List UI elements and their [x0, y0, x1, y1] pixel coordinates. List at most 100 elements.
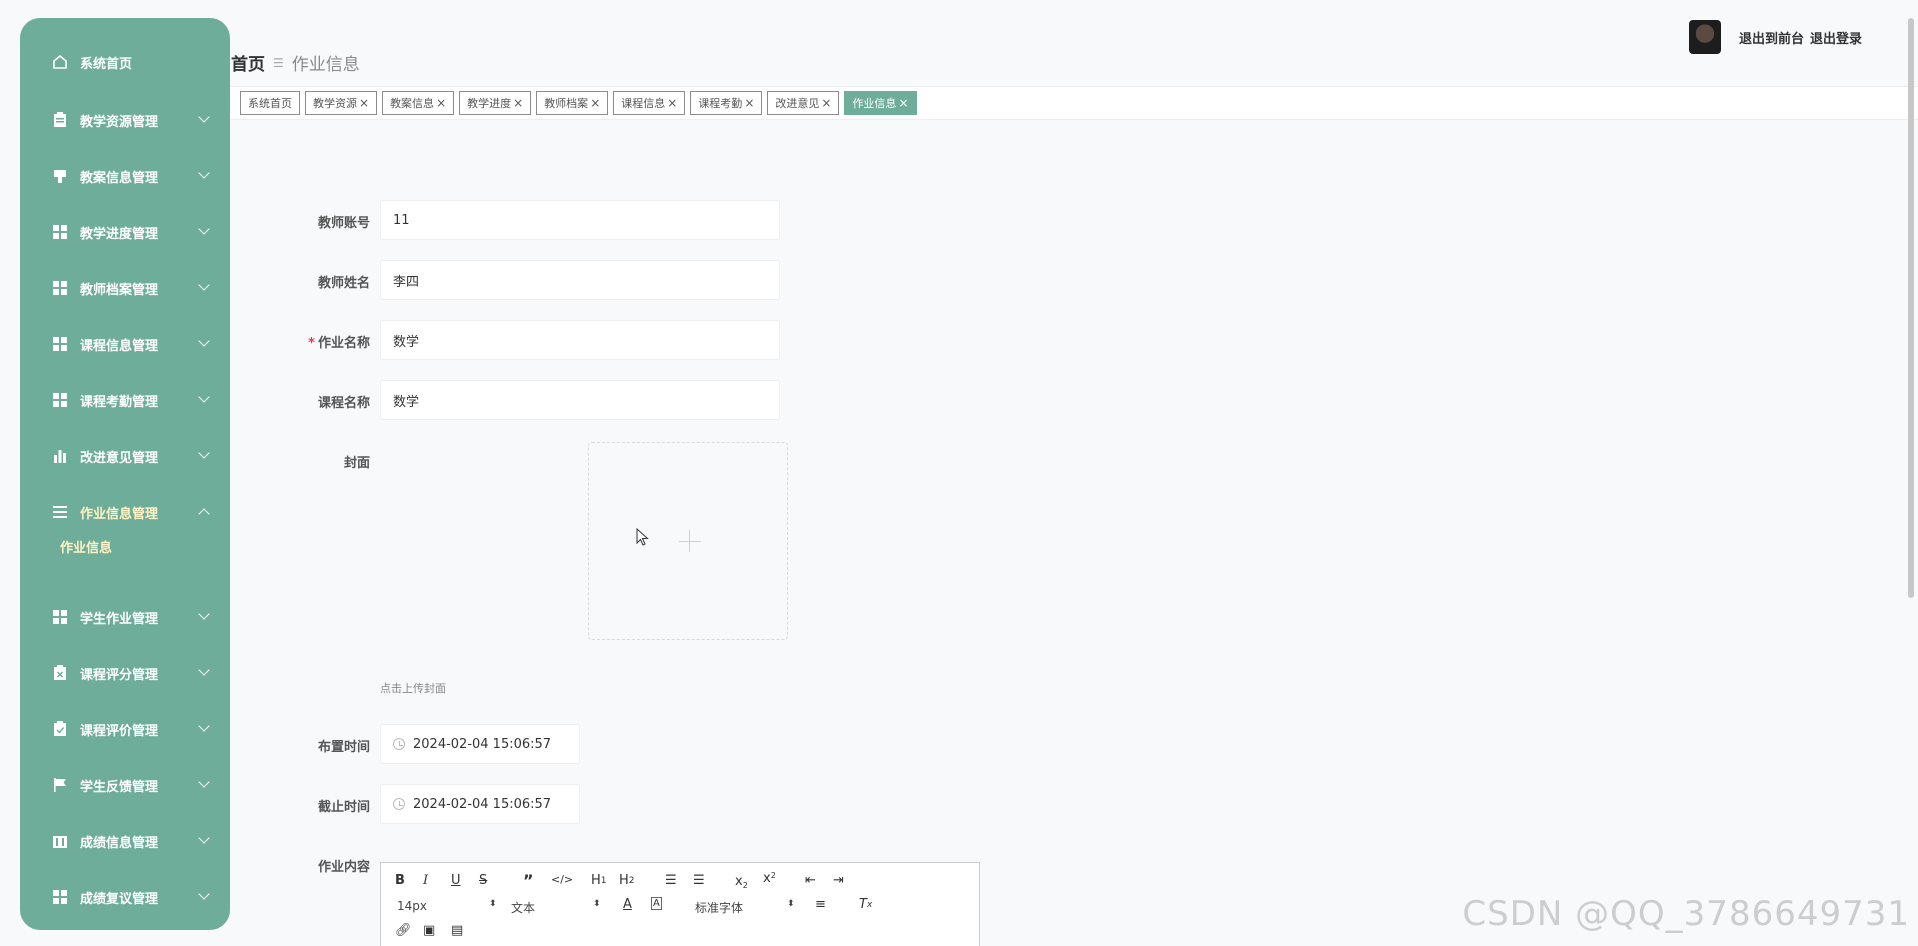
sidebar-item-label: 系统首页 — [80, 56, 133, 72]
sidebar-item-course-evaluation[interactable]: 课程评价管理 — [20, 701, 230, 757]
avatar[interactable] — [1688, 20, 1721, 54]
font-size-value: 14px — [397, 899, 427, 913]
deadline-picker[interactable]: 2024-02-04 15:06:57 — [380, 784, 580, 824]
close-icon[interactable]: × — [359, 96, 369, 110]
chevron-down-icon — [198, 447, 210, 459]
sidebar-item-label: 教学进度管理 — [80, 226, 159, 242]
align-icon[interactable]: ≡ — [815, 897, 826, 912]
tab-assignment-info[interactable]: 作业信息 × — [844, 91, 917, 115]
rich-text-editor[interactable]: B I U S ” </> H1 H2 ☰ ☰ x2 x2 ⇤ ⇥ 14px ⬍ … — [380, 862, 980, 946]
tab-teacher-files[interactable]: 教师档案 × — [536, 91, 609, 115]
close-icon[interactable]: × — [744, 96, 754, 110]
scrollbar[interactable] — [1908, 18, 1914, 598]
chevron-down-icon — [198, 608, 210, 620]
tab-label: 改进意见 — [775, 97, 820, 110]
logout-link[interactable]: 退出登录 — [1810, 28, 1862, 47]
clipboard-icon — [52, 112, 68, 128]
cover-upload[interactable] — [588, 442, 788, 640]
tab-teaching-resources[interactable]: 教学资源 × — [305, 91, 378, 115]
chevron-down-icon — [198, 335, 210, 347]
close-icon[interactable]: × — [898, 96, 908, 110]
sidebar-item-teacher-files[interactable]: 教师档案管理 — [20, 260, 230, 316]
sidebar-item-lesson-plans[interactable]: 教案信息管理 — [20, 148, 230, 204]
select-arrows-icon: ⬍ — [489, 899, 497, 909]
text-type-select[interactable]: 文本 ⬍ — [511, 899, 601, 916]
font-family-select[interactable]: 标准字体 ⬍ — [695, 899, 795, 916]
indent-icon[interactable]: ⇥ — [833, 873, 844, 888]
tab-improvement-suggestions[interactable]: 改进意见 × — [767, 91, 840, 115]
italic-icon[interactable]: I — [423, 873, 428, 888]
subscript-icon[interactable]: x2 — [735, 873, 748, 890]
grid-icon — [52, 280, 68, 296]
blockquote-icon[interactable]: ” — [523, 871, 534, 890]
sidebar-item-course-info[interactable]: 课程信息管理 — [20, 316, 230, 372]
breadcrumb-home[interactable]: 首页 — [231, 50, 265, 75]
close-icon[interactable]: × — [513, 96, 523, 110]
teacher-account-label: 教师账号 — [317, 216, 370, 231]
content-label: 作业内容 — [317, 860, 370, 875]
ordered-list-icon[interactable]: ☰ — [665, 873, 677, 888]
assignment-name-field[interactable]: 数学 — [380, 320, 780, 360]
building-icon — [52, 833, 68, 849]
sidebar-subitem-assignment-info[interactable]: 作业信息 — [60, 537, 112, 556]
sidebar-item-course-attendance[interactable]: 课程考勤管理 — [20, 372, 230, 428]
bullet-list-icon[interactable]: ☰ — [693, 873, 705, 888]
close-icon[interactable]: × — [667, 96, 677, 110]
sidebar-item-label: 成绩信息管理 — [80, 835, 159, 851]
course-name-field[interactable]: 数学 — [380, 380, 780, 420]
teacher-account-field[interactable]: 11 — [380, 200, 780, 240]
sidebar-item-grade-info[interactable]: 成绩信息管理 — [20, 813, 230, 869]
link-icon[interactable]: 🔗︎ — [395, 923, 412, 938]
sidebar-item-grade-review[interactable]: 成绩复议管理 — [20, 869, 230, 925]
clear-format-icon[interactable]: Tx — [859, 897, 872, 912]
tab-label: 教学进度 — [467, 97, 512, 110]
chevron-down-icon — [198, 720, 210, 732]
underline-icon[interactable]: U — [451, 873, 461, 888]
sidebar-item-home[interactable]: 系统首页 — [20, 34, 230, 90]
font-size-select[interactable]: 14px ⬍ — [397, 899, 497, 913]
tab-label: 教学资源 — [313, 97, 357, 110]
assign-time-picker[interactable]: 2024-02-04 15:06:57 — [380, 724, 580, 764]
exit-to-front-link[interactable]: 退出到前台 — [1739, 28, 1804, 47]
tab-label: 教师档案 — [544, 97, 589, 110]
breadcrumb-separator-icon: ☰ — [273, 55, 284, 70]
tab-course-info[interactable]: 课程信息 × — [613, 91, 686, 115]
sidebar-item-student-assignments[interactable]: 学生作业管理 — [20, 589, 230, 645]
video-icon[interactable]: ▤ — [451, 923, 463, 938]
tab-teaching-progress[interactable]: 教学进度 × — [459, 91, 532, 115]
tabs-bar: 系统首页 教学资源 × 教案信息 × 教学进度 × 教师档案 × 课程信息 × 课程考勤 ×… — [230, 86, 1918, 120]
font-color-icon[interactable]: A — [623, 897, 632, 912]
outdent-icon[interactable]: ⇤ — [805, 873, 816, 888]
assignment-name-label: * 作业名称 — [260, 332, 370, 351]
sidebar-item-teaching-resources[interactable]: 教学资源管理 — [20, 92, 230, 148]
sidebar-item-teaching-progress[interactable]: 教学进度管理 — [20, 204, 230, 260]
close-icon[interactable]: × — [590, 96, 600, 110]
tab-lesson-plans[interactable]: 教案信息 × — [382, 91, 455, 115]
sidebar-item-label: 课程信息管理 — [80, 338, 159, 354]
tab-home[interactable]: 系统首页 — [240, 91, 300, 115]
close-icon[interactable]: × — [821, 96, 831, 110]
tab-course-attendance[interactable]: 课程考勤 × — [690, 91, 763, 115]
sidebar-item-assignment-info[interactable]: 作业信息管理 — [20, 484, 230, 540]
grid-icon — [52, 224, 68, 240]
clock-icon — [393, 798, 405, 810]
user-area: 退出到前台 退出登录 — [1688, 20, 1862, 54]
sidebar-item-student-feedback[interactable]: 学生反馈管理 — [20, 757, 230, 813]
sidebar-item-course-scoring[interactable]: 课程评分管理 — [20, 645, 230, 701]
background-color-icon[interactable]: A — [651, 897, 662, 910]
image-icon[interactable]: ▣ — [423, 923, 435, 938]
bold-icon[interactable]: B — [395, 873, 405, 888]
teacher-name-field[interactable]: 李四 — [380, 260, 780, 300]
code-icon[interactable]: </> — [551, 873, 573, 886]
heading1-icon[interactable]: H1 — [591, 873, 607, 888]
sidebar-item-improvement-suggestions[interactable]: 改进意见管理 — [20, 428, 230, 484]
strikethrough-icon[interactable]: S — [479, 873, 487, 888]
breadcrumb-current: 作业信息 — [291, 55, 360, 75]
close-icon[interactable]: × — [436, 96, 446, 110]
grid-icon — [52, 609, 68, 625]
sidebar-item-label: 改进意见管理 — [80, 450, 159, 466]
heading2-icon[interactable]: H2 — [619, 873, 635, 888]
teacher-name-label: 教师姓名 — [317, 276, 370, 291]
superscript-icon[interactable]: x2 — [763, 871, 776, 886]
mouse-cursor-icon — [636, 528, 649, 546]
